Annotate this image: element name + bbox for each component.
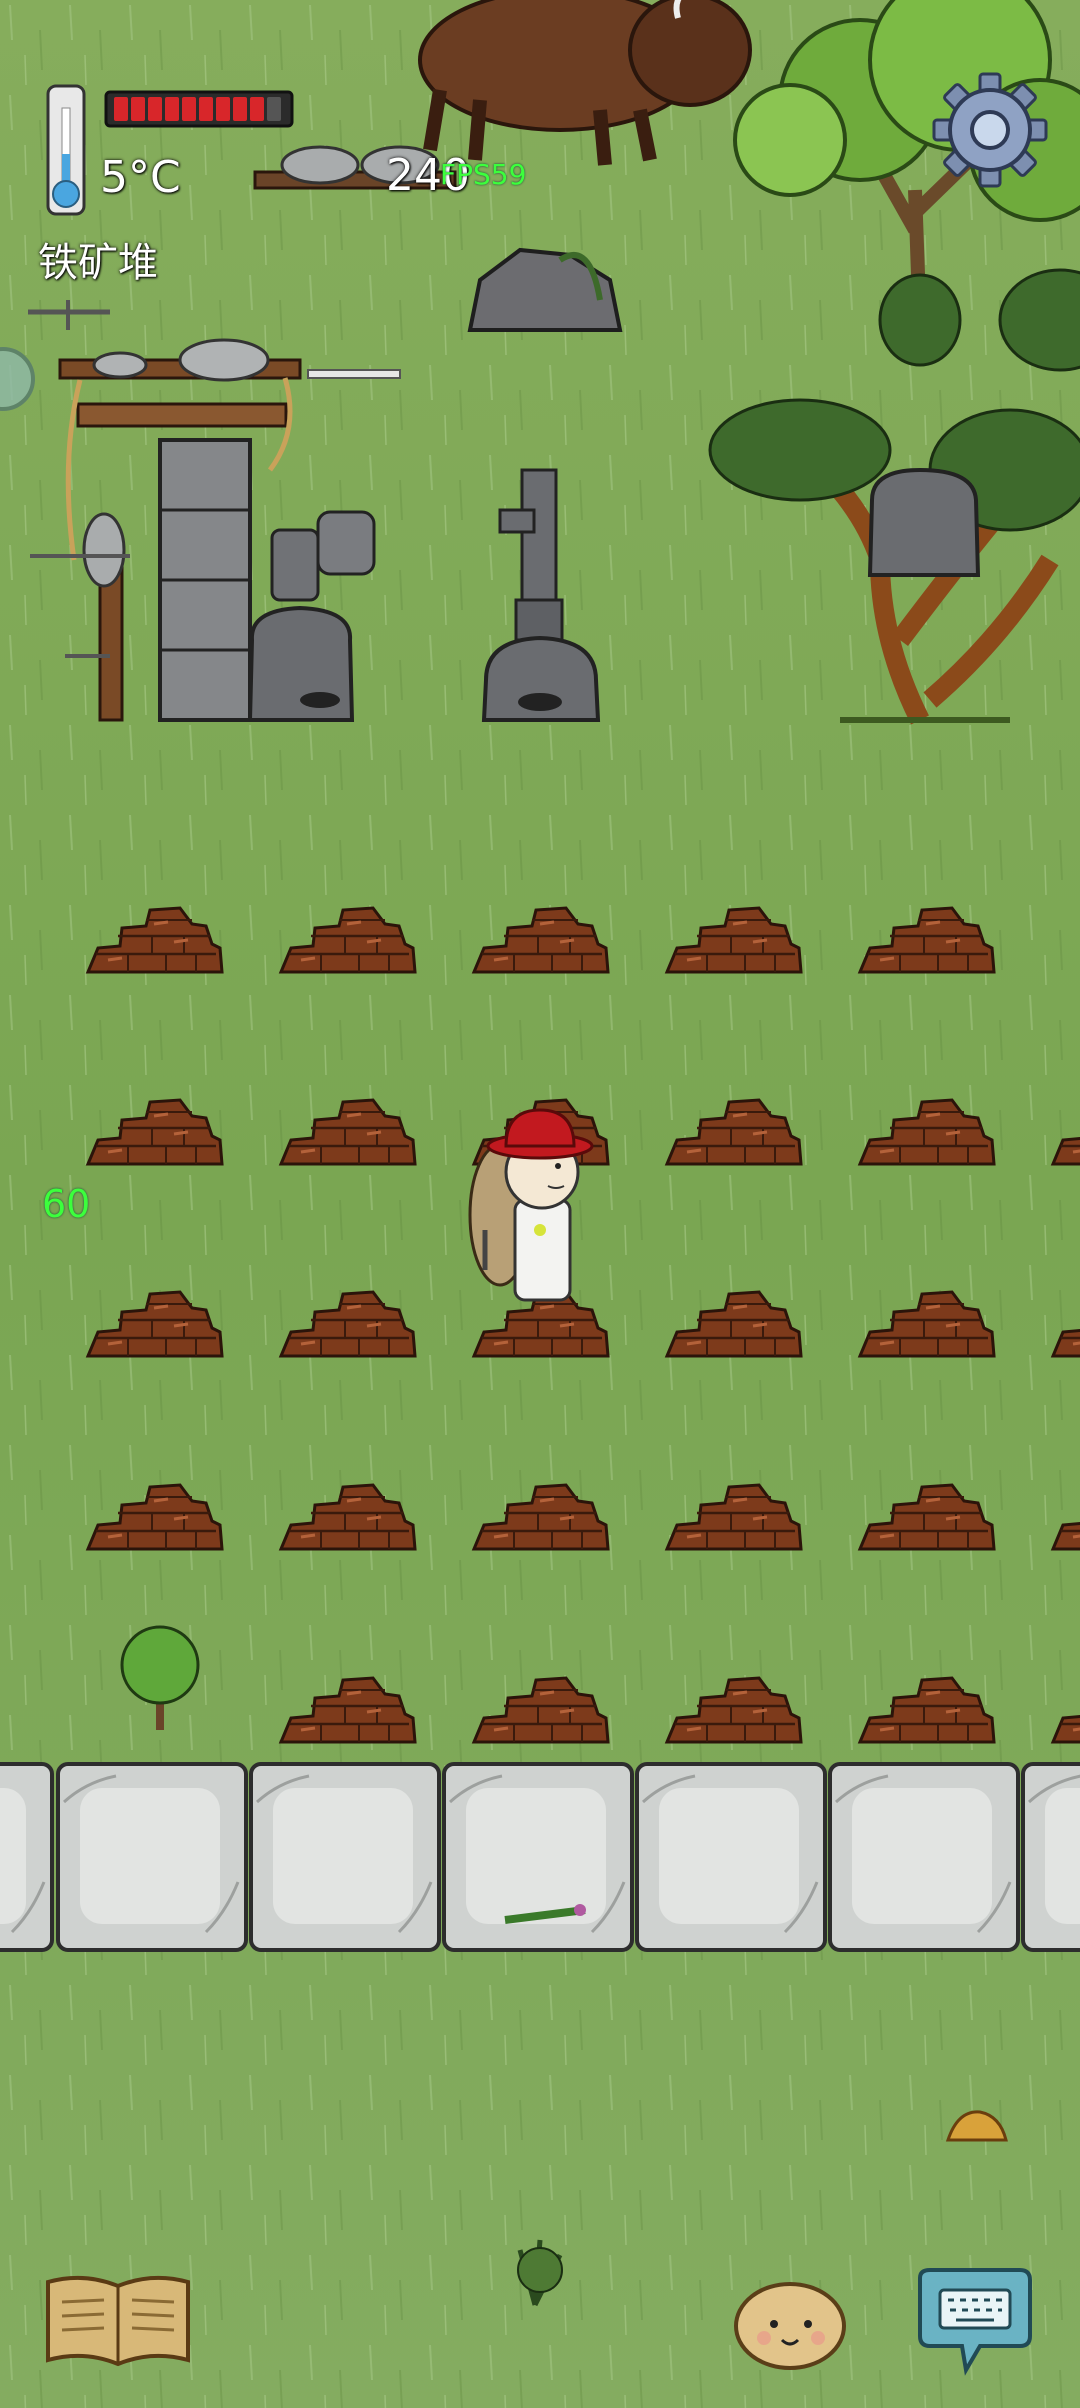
heat-segment bbox=[182, 97, 196, 121]
heat-segment bbox=[131, 97, 145, 121]
hovered-object-label: 铁矿堆 bbox=[38, 240, 158, 286]
heat-segment bbox=[233, 97, 247, 121]
gear-icon[interactable] bbox=[930, 70, 1050, 190]
open-book-icon[interactable] bbox=[44, 2272, 192, 2368]
heat-segment bbox=[216, 97, 230, 121]
heat-segment bbox=[114, 97, 128, 121]
game-scene[interactable] bbox=[0, 0, 1080, 2408]
heat-segment bbox=[267, 97, 281, 121]
heat-segment bbox=[148, 97, 162, 121]
keyboard-speech-bubble-icon[interactable] bbox=[910, 2266, 1036, 2376]
heat-segment bbox=[199, 97, 213, 121]
heat-segment bbox=[165, 97, 179, 121]
heat-bar bbox=[104, 88, 294, 130]
game-world[interactable] bbox=[0, 0, 1080, 2408]
stone-floor-row[interactable] bbox=[0, 1762, 1080, 1952]
temperature-readout: 5°C bbox=[100, 152, 181, 203]
side-drawer-button[interactable] bbox=[0, 346, 36, 412]
fps-counter: FPS59 bbox=[440, 158, 527, 191]
thermometer-icon[interactable] bbox=[38, 84, 94, 216]
potato-face-icon[interactable] bbox=[732, 2276, 848, 2372]
food-timer: 60 bbox=[42, 1182, 91, 1226]
heat-segment bbox=[250, 97, 264, 121]
